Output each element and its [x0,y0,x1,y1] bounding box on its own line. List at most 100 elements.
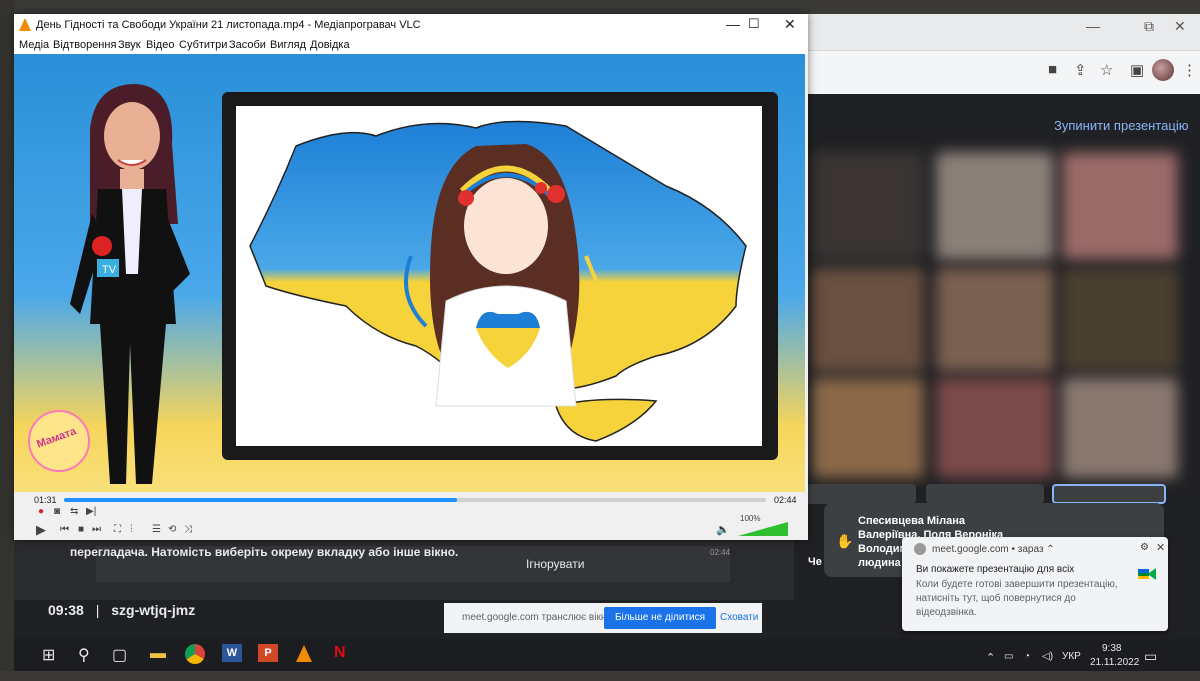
monitor-bezel-left [0,0,14,681]
participant-tile[interactable] [936,152,1054,260]
participant-tile[interactable] [1062,268,1178,372]
share-icon[interactable]: ⇪ [1074,61,1087,79]
previous-icon[interactable]: ⏮ [60,524,69,535]
word-icon[interactable]: W [222,644,242,662]
minimize-icon[interactable]: — [1086,18,1100,34]
participant-tile[interactable] [812,152,924,260]
elapsed-time: 01:31 [34,495,57,505]
menu-subtitles[interactable]: Субтитри [179,39,227,51]
frame-step-icon[interactable]: ▶| [86,506,96,517]
search-icon[interactable]: ⚲ [78,645,90,665]
loop-icon[interactable]: ⟲ [168,524,176,535]
participant-name-cut: Че [808,556,822,568]
participant-tile[interactable] [1062,378,1178,478]
vlc-controls: 01:31 02:44 ● ◙ ⇆ ▶| ▶ ⏮ ■ ⏭ ⛶ ⫶ ☰ ⟲ ⤨ 1… [14,492,808,540]
seek-bar[interactable] [64,498,766,502]
meeting-status: 09:38 | szg-wtjq-jmz [48,602,195,618]
participant-name: людина [858,557,901,569]
volume-icon[interactable]: ◁) [1042,651,1053,662]
close-icon[interactable]: ✕ [1174,18,1186,35]
share-status-text: meet.google.com транслює вікно. [462,612,615,623]
windows-start-icon[interactable]: ⊞ [42,645,55,665]
participant-tile[interactable] [1052,484,1166,504]
participant-tile[interactable] [812,378,924,478]
participant-name: Спесивцева Мілана [858,515,965,527]
seek-bar-fill [64,498,458,502]
playlist-icon[interactable]: ☰ [152,524,161,535]
menu-help[interactable]: Довідка [310,39,350,51]
maximize-icon[interactable]: ☐ [748,16,760,32]
ignore-button[interactable]: Ігнорувати [526,557,584,571]
menu-view[interactable]: Вигляд [270,39,306,51]
settings-gear-icon[interactable]: ⚙ [1140,542,1149,553]
minimize-icon[interactable]: — [726,16,740,32]
vlc-cone-icon [19,18,31,31]
restore-icon[interactable]: ⧉ [1144,18,1154,35]
camera-icon[interactable]: ■ [1048,61,1057,78]
participant-tile[interactable] [926,484,1044,504]
menu-playback[interactable]: Відтворення [53,39,116,51]
wifi-icon[interactable]: ◔ [1024,651,1030,662]
language-indicator[interactable]: УКР [1062,651,1081,662]
menu-audio[interactable]: Звук [118,39,141,51]
monitor-bezel [0,0,1200,14]
hide-button[interactable]: Сховати [720,612,758,623]
volume-slider[interactable] [738,522,788,536]
stop-icon[interactable]: ■ [78,524,84,535]
extended-settings-icon[interactable]: ⫶ [130,524,133,535]
site-icon [914,543,926,555]
menu-video[interactable]: Відео [146,39,174,51]
record-icon[interactable]: ● [38,506,44,517]
stop-presentation-link[interactable]: Зупинити презентацію [1054,118,1188,133]
tv-screen-frame [222,92,778,460]
screen-share-bar: meet.google.com транслює вікно. Більше н… [444,603,762,633]
file-explorer-icon[interactable]: ▬ [150,645,166,663]
snapshot-icon[interactable]: ◙ [54,506,60,517]
notification-title: Ви покажете презентацію для всіх [916,564,1075,575]
notification-source: meet.google.com • зараз ⌃ [932,544,1055,555]
menu-media[interactable]: Медіа [19,39,49,51]
sidebar-icon[interactable]: ▣ [1130,61,1144,79]
status-separator: | [95,602,100,618]
shuffle-icon[interactable]: ⤨ [184,524,192,535]
svg-text:TV: TV [102,264,117,276]
participant-tile[interactable] [802,484,916,504]
task-view-icon[interactable]: ▢ [112,645,127,665]
participant-tile[interactable] [936,378,1054,478]
tray-expand-icon[interactable]: ⌃ [986,651,995,664]
loop-ab-icon[interactable]: ⇆ [70,506,78,517]
powerpoint-icon[interactable]: P [258,644,278,662]
chrome-toolbar: ■ ⇪ ☆ ▣ ⋮ [802,50,1200,94]
network-icon[interactable]: ▭ [1004,651,1013,662]
fullscreen-icon[interactable]: ⛶ [114,524,121,535]
channel-logo: Мамата [28,410,90,472]
netflix-icon[interactable]: N [334,644,346,662]
participant-tile[interactable] [812,268,924,372]
clock-time[interactable]: 9:38 [1102,643,1121,654]
window-title: День Гідності та Свободи України 21 лист… [36,19,421,31]
close-icon[interactable]: ✕ [784,16,796,33]
speaker-icon[interactable]: 🔈 [716,523,730,536]
browser-notification[interactable]: meet.google.com • зараз ⌃ ⚙ ✕ Ви покажет… [902,537,1168,631]
video-frame[interactable]: TV Мамата [14,54,805,492]
notifications-icon[interactable]: ▭ [1144,648,1157,665]
vlc-taskbar-icon[interactable] [296,645,312,662]
play-icon[interactable]: ▶ [36,522,46,538]
close-icon[interactable]: ✕ [1156,541,1165,554]
next-icon[interactable]: ⏭ [92,524,101,535]
share-warning-text: перегладача. Натомість виберіть окрему в… [70,545,459,559]
profile-avatar[interactable] [1152,59,1174,81]
clock-date[interactable]: 21.11.2022 [1090,657,1139,668]
participant-tile[interactable] [936,268,1054,372]
menu-kebab-icon[interactable]: ⋮ [1182,61,1197,79]
menu-tools[interactable]: Засоби [229,39,266,51]
bookmark-star-icon[interactable]: ☆ [1100,61,1113,79]
monitor-bezel-bottom [0,671,1200,681]
stop-sharing-button[interactable]: Більше не ділитися [604,607,716,629]
screen: — ⧉ ✕ ■ ⇪ ☆ ▣ ⋮ Зупинити презентацію 02:… [0,0,1200,681]
hand-icon: ✋ [836,533,854,549]
meeting-code: szg-wtjq-jmz [111,602,196,618]
participant-tile[interactable] [1062,152,1178,260]
notification-body: Коли будете готові завершити презентацію… [916,579,1118,618]
chrome-taskbar-icon[interactable] [185,644,205,664]
